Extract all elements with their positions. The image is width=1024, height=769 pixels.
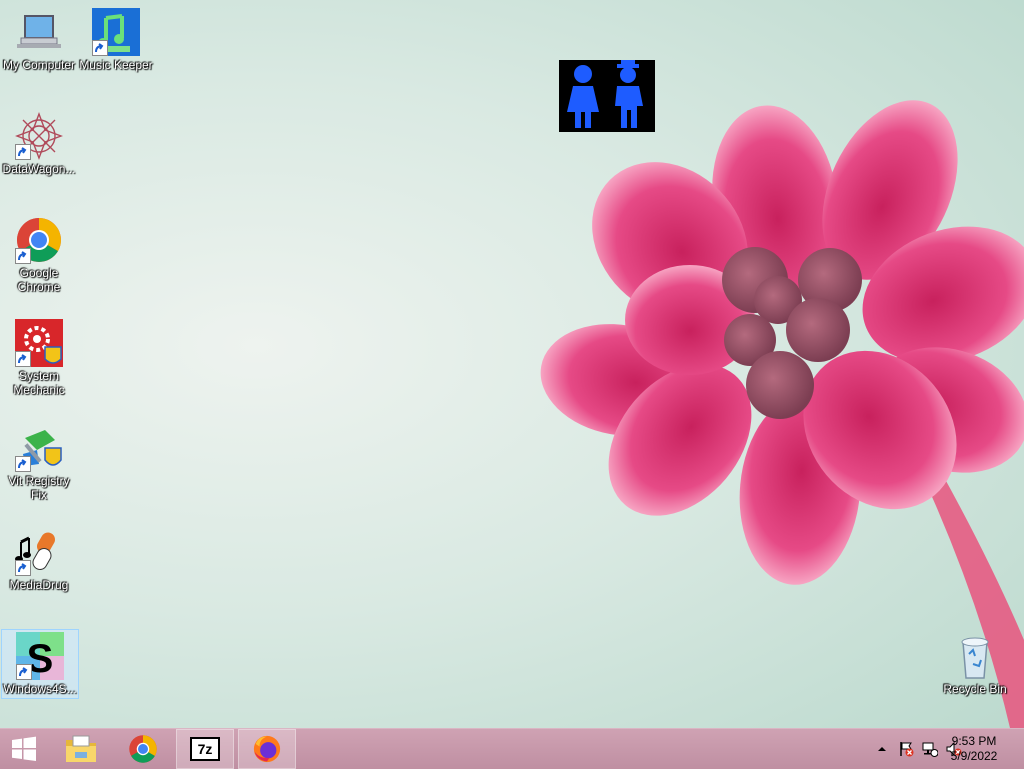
desktop-icon-datawagon[interactable]: DataWagon... bbox=[1, 106, 77, 176]
desktop-icon-my-computer[interactable]: My Computer bbox=[1, 2, 77, 72]
desktop[interactable]: My Computer Music Keeper DataWagon... Go… bbox=[0, 0, 1024, 728]
taskbar-firefox[interactable] bbox=[238, 729, 296, 769]
recycle-bin-icon bbox=[951, 632, 999, 680]
firefox-icon bbox=[253, 735, 281, 763]
desktop-icon-system-mechanic[interactable]: System Mechanic bbox=[1, 313, 77, 397]
taskbar-file-explorer[interactable] bbox=[52, 729, 110, 769]
clock-date: 5/9/2022 bbox=[950, 749, 998, 763]
desktop-icon-recycle-bin[interactable]: Recycle Bin bbox=[937, 626, 1013, 696]
mediadrug-icon bbox=[15, 528, 63, 576]
chrome-icon bbox=[15, 216, 63, 264]
windows-start-icon bbox=[12, 736, 36, 761]
parents-kids-widget[interactable] bbox=[559, 60, 655, 132]
wallpaper-flower bbox=[540, 100, 1024, 728]
computer-icon bbox=[15, 8, 63, 56]
system-tray: 9:53 PM 5/9/2022 bbox=[824, 729, 1024, 769]
parents-kids-icon bbox=[567, 60, 643, 128]
7zip-icon: 7z bbox=[190, 737, 220, 761]
desktop-icon-label: System Mechanic bbox=[13, 369, 65, 397]
clock-time: 9:53 PM bbox=[951, 734, 997, 748]
desktop-icon-label: MediaDrug bbox=[9, 578, 69, 592]
shortcut-arrow-icon bbox=[15, 456, 31, 472]
desktop-icon-windows4s[interactable]: S Windows4S... bbox=[1, 629, 79, 699]
desktop-icon-mediadrug[interactable]: MediaDrug bbox=[1, 522, 77, 592]
show-hidden-icons-chevron-icon[interactable] bbox=[874, 741, 890, 757]
datawagon-icon bbox=[15, 112, 63, 160]
desktop-icon-label: Windows4S... bbox=[3, 682, 77, 696]
action-center-flag-icon[interactable] bbox=[898, 741, 914, 757]
desktop-icon-label: Music Keeper bbox=[79, 58, 153, 72]
vit-registry-fix-icon bbox=[15, 424, 63, 472]
desktop-icon-label: Google Chrome bbox=[17, 266, 61, 294]
file-explorer-icon bbox=[66, 735, 96, 762]
shortcut-arrow-icon bbox=[15, 351, 31, 367]
desktop-icon-music-keeper[interactable]: Music Keeper bbox=[78, 2, 154, 72]
start-button[interactable] bbox=[0, 729, 48, 769]
taskbar-clock[interactable]: 9:53 PM 5/9/2022 bbox=[944, 734, 1004, 764]
shortcut-arrow-icon bbox=[16, 664, 32, 680]
desktop-icon-label: Vit Registry Fix bbox=[8, 474, 70, 502]
windows4s-icon: S bbox=[16, 632, 64, 681]
system-mechanic-icon bbox=[15, 319, 63, 367]
chrome-icon bbox=[129, 735, 157, 763]
desktop-icon-google-chrome[interactable]: Google Chrome bbox=[1, 210, 77, 294]
7zip-icon-text: 7z bbox=[197, 741, 213, 757]
network-icon[interactable] bbox=[922, 741, 938, 757]
taskbar-chrome[interactable] bbox=[114, 729, 172, 769]
music-keeper-icon bbox=[92, 8, 140, 56]
shortcut-arrow-icon bbox=[92, 40, 108, 56]
shortcut-arrow-icon bbox=[15, 248, 31, 264]
desktop-icon-label: Recycle Bin bbox=[943, 682, 1007, 696]
shortcut-arrow-icon bbox=[15, 560, 31, 576]
taskbar-7zip[interactable]: 7z bbox=[176, 729, 234, 769]
desktop-icon-label: My Computer bbox=[2, 58, 76, 72]
desktop-icon-label: DataWagon... bbox=[2, 162, 76, 176]
desktop-icon-vit-registry-fix[interactable]: Vit Registry Fix bbox=[1, 418, 77, 502]
shortcut-arrow-icon bbox=[15, 144, 31, 160]
taskbar: 7z 9:53 PM 5/9/2022 bbox=[0, 728, 1024, 769]
